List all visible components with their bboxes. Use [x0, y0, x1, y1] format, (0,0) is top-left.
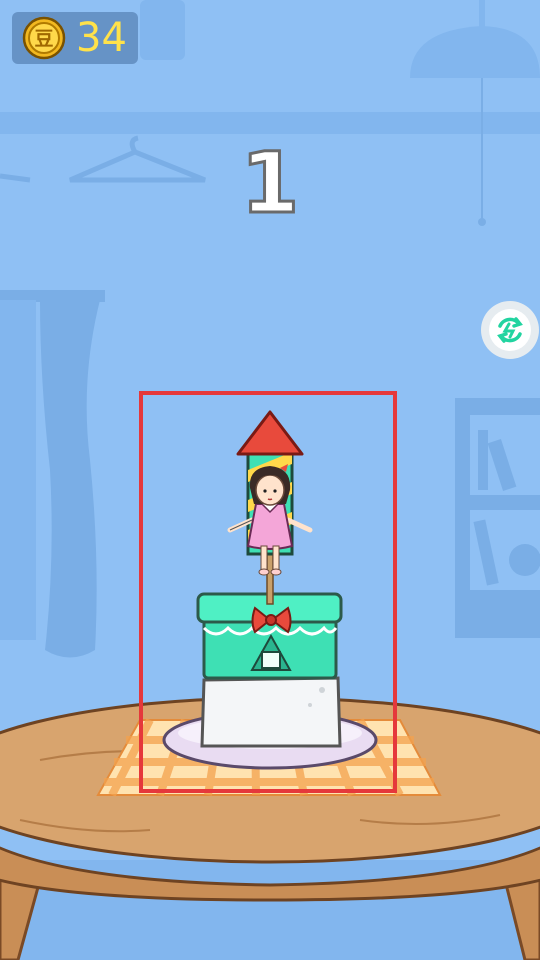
bookshelf [455, 398, 540, 638]
firework-stick [266, 547, 274, 605]
gift-box [196, 592, 343, 680]
refresh-button[interactable] [480, 300, 540, 360]
tofu-block [200, 676, 342, 748]
gold-coin-icon: 豆 [22, 16, 66, 60]
level-number: 1 [239, 133, 300, 234]
window-curtain [0, 290, 105, 658]
coin-count: 34 [76, 15, 127, 61]
coin-glyph: 豆 [34, 28, 53, 50]
coin-counter: 豆 34 [12, 12, 138, 64]
wall-cabinet [140, 0, 185, 60]
